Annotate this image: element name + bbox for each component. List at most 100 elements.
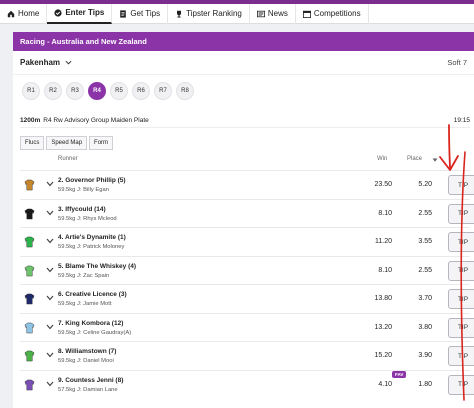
runner-weight-jockey: 59.5kg J: Patrick Moloney: [58, 244, 125, 250]
tip-button[interactable]: TIP: [448, 203, 474, 224]
runner-name[interactable]: 7. King Kombora (12): [58, 320, 123, 327]
runner-row: 8. Williamstown (7) 59.5kg J: Daniel Moo…: [20, 341, 474, 369]
nav-get-tips-label: Get Tips: [130, 9, 161, 18]
place-odds: 5.20: [418, 181, 432, 188]
jockey-silk-icon: [24, 322, 35, 333]
runner-weight-jockey: 59.5kg J: Celine Gaudray(A): [58, 329, 132, 336]
jockey-silk-icon: [24, 208, 35, 219]
tip-button[interactable]: TIP: [448, 289, 474, 309]
win-odds: 15.20: [374, 352, 392, 359]
nav-competitions[interactable]: Competitions: [296, 3, 369, 24]
place-odds: 1.80: [418, 380, 432, 388]
win-odds: 13.80: [374, 295, 392, 302]
tab-flucs[interactable]: Flucs: [20, 136, 45, 150]
nav-get-tips[interactable]: Get Tips: [112, 3, 169, 24]
runner-weight-jockey: 59.5kg J: Daniel Mooi: [58, 358, 114, 364]
win-odds: 8.10: [378, 266, 392, 274]
race-button-r4[interactable]: R4: [88, 82, 106, 100]
race-name: R4 Rw Advisory Group Maiden Plate: [43, 117, 149, 124]
form-tabs: Flucs Speed Map Form: [20, 136, 115, 150]
runner-weight-jockey: 59.5kg J: Jamie Mott: [58, 301, 112, 307]
race-button-r7[interactable]: R7: [154, 82, 172, 100]
jockey-silk-icon: [24, 179, 35, 191]
win-odds: 8.10: [378, 209, 392, 217]
favourite-badge: FAV: [392, 370, 407, 378]
chevron-down-icon[interactable]: [46, 181, 54, 187]
tip-button[interactable]: TIP: [448, 260, 474, 281]
nav-news[interactable]: News: [250, 3, 296, 24]
tip-button[interactable]: TIP: [448, 175, 474, 195]
runner-row: 2. Governor Phillip (5) 59.5kg J: Billy …: [20, 170, 474, 198]
runner-name[interactable]: 9. Countess Jenni (8): [58, 377, 123, 384]
runner-row: 5. Blame The Whiskey (4) 59.5kg J: Zac S…: [20, 255, 474, 284]
sort-down-icon[interactable]: [432, 157, 438, 163]
place-odds: 2.55: [418, 209, 432, 217]
nav-news-label: News: [267, 9, 288, 18]
chevron-down-icon[interactable]: [46, 352, 54, 358]
venue-selector[interactable]: Pakenham: [20, 58, 72, 67]
race-button-r2[interactable]: R2: [44, 82, 62, 100]
runner-name[interactable]: 5. Blame The Whiskey (4): [58, 263, 136, 270]
jockey-silk-icon: [24, 265, 35, 276]
tip-button[interactable]: TIP: [448, 232, 474, 252]
runner-weight-jockey: 57.5kg J: Damian Lane: [58, 386, 118, 393]
place-column-header: Place: [407, 156, 423, 162]
race-distance: 1200m: [20, 117, 41, 124]
runner-name[interactable]: 3. Iffycould (14): [58, 206, 106, 213]
tip-button[interactable]: TIP: [448, 346, 474, 366]
trophy-icon: [177, 10, 182, 18]
race-button-r1[interactable]: R1: [22, 82, 40, 100]
runner-row: 3. Iffycould (14) 59.5kg J: Rhys Mcleod …: [20, 198, 474, 227]
venue-name: Pakenham: [20, 58, 61, 67]
chevron-down-icon[interactable]: [46, 381, 54, 387]
race-button-r6[interactable]: R6: [132, 82, 150, 100]
runner-weight-jockey: 59.5kg J: Billy Egan: [58, 187, 109, 193]
nav-competitions-label: Competitions: [313, 9, 361, 18]
chevron-down-icon[interactable]: [46, 210, 54, 216]
runner-name[interactable]: 8. Williamstown (7): [58, 348, 116, 355]
news-icon: [256, 10, 265, 17]
win-odds: 11.20: [375, 238, 392, 245]
tab-speed-map[interactable]: Speed Map: [46, 136, 88, 150]
runner-weight-jockey: 59.5kg J: Zac Spain: [58, 272, 110, 279]
race-card: Racing - Australia and New Zealand Paken…: [13, 32, 474, 408]
runner-name[interactable]: 2. Governor Phillip (5): [58, 177, 126, 184]
jockey-silk-icon: [24, 379, 35, 390]
runner-row: 7. King Kombora (12) 59.5kg J: Celine Ga…: [20, 312, 474, 341]
race-button-r3[interactable]: R3: [66, 82, 84, 100]
home-icon: [7, 10, 15, 17]
venue-row: Pakenham Soft 7: [13, 51, 474, 75]
nav-tipster-ranking[interactable]: Tipster Ranking: [168, 3, 250, 24]
race-button-r8[interactable]: R8: [176, 82, 194, 100]
runner-name[interactable]: 6. Creative Licence (3): [58, 291, 127, 298]
chevron-down-icon[interactable]: [46, 267, 54, 273]
region-title: Racing - Australia and New Zealand: [20, 37, 147, 46]
main-nav: Home Enter Tips Get Tips Tipster Ranking…: [0, 3, 474, 24]
tip-button[interactable]: TIP: [448, 317, 474, 338]
place-odds: 3.90: [418, 352, 432, 359]
tab-form[interactable]: Form: [89, 136, 114, 150]
runner-row: 4. Artie's Dynamite (1) 59.5kg J: Patric…: [20, 227, 474, 255]
region-header: Racing - Australia and New Zealand: [13, 32, 474, 51]
runner-row: 9. Countess Jenni (8) 57.5kg J: Damian L…: [20, 369, 474, 398]
track-condition: Soft 7: [447, 58, 467, 67]
runner-name[interactable]: 4. Artie's Dynamite (1): [58, 234, 126, 241]
calendar-icon: [302, 10, 311, 18]
place-odds: 2.55: [418, 266, 432, 274]
jockey-silk-icon: [24, 350, 35, 362]
place-odds: 3.70: [418, 295, 432, 302]
chevron-down-icon: [65, 60, 72, 65]
chevron-down-icon[interactable]: [46, 324, 54, 330]
nav-home[interactable]: Home: [0, 3, 48, 24]
runner-weight-jockey: 59.5kg J: Rhys Mcleod: [58, 215, 117, 222]
win-odds: 4.10: [378, 380, 392, 388]
chevron-down-icon[interactable]: [46, 238, 54, 244]
tip-button[interactable]: TIP: [448, 374, 474, 395]
nav-enter-tips[interactable]: Enter Tips: [47, 3, 113, 24]
jockey-silk-icon: [24, 236, 35, 248]
nav-home-label: Home: [18, 9, 40, 18]
chevron-down-icon[interactable]: [46, 295, 54, 301]
jockey-silk-icon: [24, 293, 35, 305]
race-button-r5[interactable]: R5: [110, 82, 128, 100]
document-icon: [120, 9, 127, 18]
